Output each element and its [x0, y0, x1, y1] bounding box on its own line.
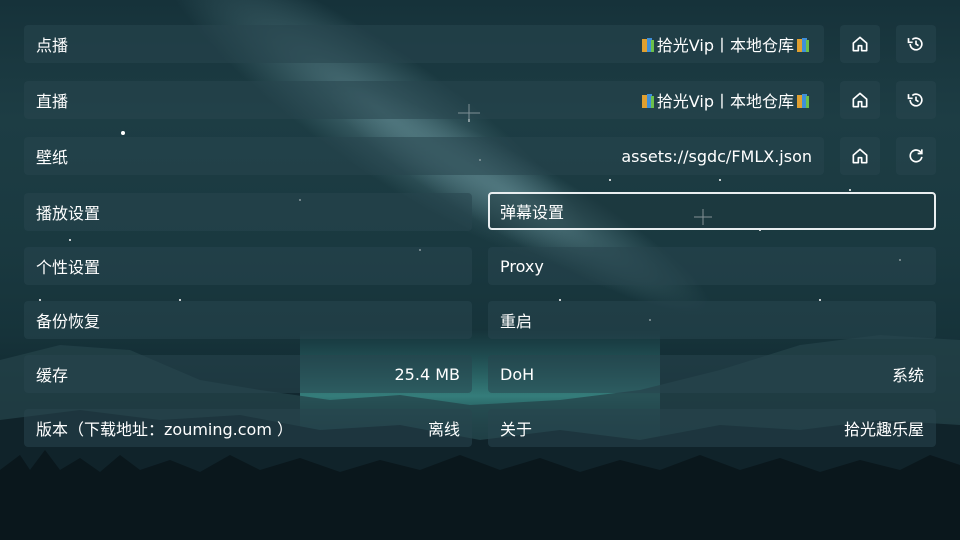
version-label: 版本（下载地址：zouming.com ） [36, 420, 294, 439]
wallpaper-home-button[interactable] [840, 137, 880, 175]
live-history-button[interactable] [896, 81, 936, 119]
books-emoji-icon [641, 38, 654, 52]
about-value: 拾光趣乐屋 [843, 420, 924, 439]
vod-source-value: 拾光Vip丨本地仓库 [639, 32, 812, 56]
live-source-row[interactable]: 直播 拾光Vip丨本地仓库 [24, 81, 824, 119]
live-source-text: 拾光Vip丨本地仓库 [656, 92, 794, 111]
wallpaper-label: 壁纸 [36, 148, 69, 167]
cache-label: 缓存 [36, 366, 69, 385]
danmaku-settings-button[interactable]: 弹幕设置 [488, 192, 936, 230]
playback-settings-button[interactable]: 播放设置 [24, 193, 472, 231]
books-emoji-icon [641, 94, 654, 108]
about-button[interactable]: 关于 拾光趣乐屋 [488, 409, 936, 447]
proxy-label: Proxy [500, 256, 544, 276]
about-label: 关于 [500, 420, 533, 439]
refresh-icon [909, 149, 923, 163]
live-source-value: 拾光Vip丨本地仓库 [639, 88, 812, 112]
home-icon [852, 92, 868, 108]
doh-label: DoH [500, 364, 535, 384]
live-home-button[interactable] [840, 81, 880, 119]
doh-value: 系统 [891, 366, 924, 385]
playback-settings-label: 播放设置 [36, 204, 101, 223]
wallpaper-row[interactable]: 壁纸 assets://sgdc/FMLX.json [24, 137, 824, 175]
restart-button[interactable]: 重启 [488, 301, 936, 339]
vod-home-button[interactable] [840, 25, 880, 63]
wallpaper-refresh-button[interactable] [896, 137, 936, 175]
home-icon [852, 36, 868, 52]
proxy-button[interactable]: Proxy [488, 247, 936, 285]
version-value: 离线 [427, 420, 460, 439]
vod-label: 点播 [36, 36, 69, 55]
cache-button[interactable]: 缓存 25.4 MB [24, 355, 472, 393]
history-icon [907, 93, 923, 107]
vod-source-row[interactable]: 点播 拾光Vip丨本地仓库 [24, 25, 824, 63]
backup-restore-label: 备份恢复 [36, 312, 101, 331]
wallpaper-value: assets://sgdc/FMLX.json [621, 146, 812, 166]
cache-size-value: 25.4 MB [394, 364, 461, 384]
personal-settings-label: 个性设置 [36, 258, 101, 277]
version-button[interactable]: 版本（下载地址：zouming.com ） 离线 [24, 409, 472, 447]
books-emoji-icon [797, 94, 809, 108]
danmaku-settings-label: 弹幕设置 [500, 203, 565, 222]
home-icon [852, 148, 868, 164]
restart-label: 重启 [500, 312, 533, 331]
history-icon [907, 37, 923, 51]
doh-button[interactable]: DoH 系统 [488, 355, 936, 393]
personal-settings-button[interactable]: 个性设置 [24, 247, 472, 285]
books-emoji-icon [797, 38, 809, 52]
live-label: 直播 [36, 92, 69, 111]
backup-restore-button[interactable]: 备份恢复 [24, 301, 472, 339]
vod-source-text: 拾光Vip丨本地仓库 [656, 36, 794, 55]
vod-history-button[interactable] [896, 25, 936, 63]
